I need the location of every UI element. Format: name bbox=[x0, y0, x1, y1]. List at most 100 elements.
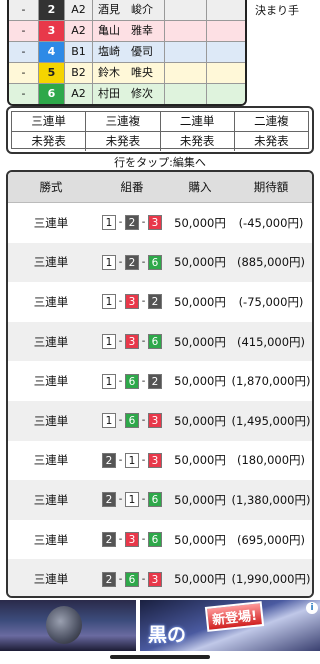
racer-rank: A2 bbox=[65, 21, 93, 41]
racer-cell bbox=[207, 84, 245, 104]
status-value: 未発表 bbox=[86, 132, 161, 151]
status-header: 二連複 bbox=[234, 112, 308, 132]
boat-number-box: 3 bbox=[125, 532, 139, 548]
bet-row[interactable]: 三連単 2-1-6 50,000円 (1,380,000円) bbox=[8, 480, 312, 520]
racer-rank: A2 bbox=[65, 0, 93, 20]
combo-separator: - bbox=[118, 573, 123, 585]
ad-image-right[interactable]: 黒の 新登場! i bbox=[140, 600, 320, 651]
bet-row[interactable]: 三連単 1-2-3 50,000円 (-45,000円) bbox=[8, 203, 312, 243]
combo-separator: - bbox=[118, 534, 123, 546]
bet-combo: 1-2-3 bbox=[94, 215, 170, 231]
bet-expected: (885,000円) bbox=[236, 255, 306, 270]
status-header: 三連複 bbox=[86, 112, 161, 132]
bet-combo: 2-1-3 bbox=[94, 452, 170, 468]
racer-name: 酒見 峻介 bbox=[93, 0, 165, 20]
ad-badge: 新登場! bbox=[204, 601, 265, 632]
racer-cell bbox=[165, 84, 207, 104]
racer-cell bbox=[165, 21, 207, 41]
bet-row[interactable]: 三連単 1-3-6 50,000円 (415,000円) bbox=[8, 321, 312, 362]
racer-cell bbox=[207, 0, 245, 20]
bet-row[interactable]: 三連単 2-1-3 50,000円 (180,000円) bbox=[8, 441, 312, 481]
combo-separator: - bbox=[141, 217, 146, 229]
combo-separator: - bbox=[118, 375, 123, 387]
racer-dash: - bbox=[9, 42, 39, 62]
racer-row[interactable]: -6 A2 村田 修次 bbox=[9, 83, 245, 104]
bet-expected: (1,495,000円) bbox=[231, 413, 311, 428]
racer-name: 鈴木 唯央 bbox=[93, 63, 165, 83]
racer-row[interactable]: -3 A2 亀山 雅幸 bbox=[9, 20, 245, 41]
bet-combo: 2-3-6 bbox=[94, 532, 170, 548]
boat-number-box: 2 bbox=[125, 254, 139, 270]
bet-expected: (695,000円) bbox=[236, 532, 306, 547]
combo-separator: - bbox=[118, 336, 123, 348]
bet-row[interactable]: 三連単 2-3-6 50,000円 (695,000円) bbox=[8, 520, 312, 560]
bet-combo: 1-3-6 bbox=[94, 334, 170, 350]
combo-separator: - bbox=[141, 415, 146, 427]
racer-row[interactable]: -2 A2 酒見 峻介 bbox=[9, 0, 245, 20]
bet-type: 三連単 bbox=[33, 374, 69, 389]
boat-number-box: 6 bbox=[148, 334, 162, 350]
boat-number-badge: 5 bbox=[39, 63, 65, 83]
banner-ad[interactable]: 黒の 新登場! i bbox=[0, 600, 320, 651]
bet-type: 三連単 bbox=[33, 294, 69, 309]
status-value: 未発表 bbox=[254, 134, 289, 148]
racer-row[interactable]: -4 B1 塩崎 優司 bbox=[9, 41, 245, 62]
boat-number-box: 6 bbox=[125, 373, 139, 389]
combo-separator: - bbox=[118, 494, 123, 506]
bet-type: 三連単 bbox=[33, 215, 69, 230]
bet-combo: 1-2-6 bbox=[94, 254, 170, 270]
boat-number-box: 1 bbox=[102, 254, 116, 270]
racer-row[interactable]: -5 B2 鈴木 唯央 bbox=[9, 62, 245, 83]
bet-combo: 2-6-3 bbox=[94, 571, 170, 587]
boat-number-box: 3 bbox=[125, 334, 139, 350]
racer-cell bbox=[165, 0, 207, 20]
tap-hint: 行をタップ:編集へ bbox=[114, 156, 206, 169]
kimarite-label: 決まり手 bbox=[255, 4, 299, 17]
boat-number-box: 6 bbox=[125, 413, 139, 429]
racer-dash: - bbox=[9, 0, 39, 20]
bet-expected: (1,990,000円) bbox=[231, 572, 311, 587]
racer-rank: B2 bbox=[65, 63, 93, 83]
home-indicator[interactable] bbox=[110, 655, 210, 659]
header-expected: 期待額 bbox=[253, 180, 289, 194]
boat-number-box: 2 bbox=[102, 571, 116, 587]
boat-number-box: 2 bbox=[148, 373, 162, 389]
bet-expected: (-75,000円) bbox=[238, 294, 304, 309]
bet-type: 三連単 bbox=[33, 453, 69, 468]
bet-combo: 1-6-3 bbox=[94, 413, 170, 429]
bet-row[interactable]: 三連単 1-2-6 50,000円 (885,000円) bbox=[8, 242, 312, 283]
bet-row[interactable]: 三連単 1-3-2 50,000円 (-75,000円) bbox=[8, 282, 312, 322]
combo-separator: - bbox=[118, 454, 123, 466]
combo-separator: - bbox=[141, 454, 146, 466]
ad-image-left[interactable] bbox=[0, 600, 136, 651]
boat-number-badge: 4 bbox=[39, 42, 65, 62]
boat-number-box: 3 bbox=[148, 571, 162, 587]
combo-separator: - bbox=[141, 296, 146, 308]
boat-number-box: 1 bbox=[102, 215, 116, 231]
boat-number-box: 1 bbox=[102, 373, 116, 389]
ad-title: 黒の bbox=[148, 624, 187, 646]
boat-number-box: 6 bbox=[148, 254, 162, 270]
bet-amount: 50,000円 bbox=[174, 294, 226, 309]
bet-amount: 50,000円 bbox=[174, 255, 226, 270]
ad-info-icon[interactable]: i bbox=[306, 602, 318, 614]
bet-type: 三連単 bbox=[33, 334, 69, 349]
racer-cell bbox=[165, 42, 207, 62]
racer-cell bbox=[207, 42, 245, 62]
bet-row[interactable]: 三連単 1-6-3 50,000円 (1,495,000円) bbox=[8, 400, 312, 441]
bet-amount: 50,000円 bbox=[174, 492, 226, 507]
boat-number-box: 6 bbox=[148, 532, 162, 548]
boat-number-box: 2 bbox=[125, 215, 139, 231]
bet-amount: 50,000円 bbox=[174, 532, 226, 547]
ad-character-image bbox=[46, 606, 82, 644]
bet-amount: 50,000円 bbox=[174, 334, 226, 349]
bet-row[interactable]: 三連単 1-6-2 50,000円 (1,870,000円) bbox=[8, 361, 312, 401]
bet-amount: 50,000円 bbox=[174, 413, 226, 428]
racer-name: 塩崎 優司 bbox=[93, 42, 165, 62]
bet-row[interactable]: 三連単 2-6-3 50,000円 (1,990,000円) bbox=[8, 559, 312, 596]
combo-separator: - bbox=[118, 296, 123, 308]
racer-name: 村田 修次 bbox=[93, 84, 165, 104]
racer-rank: A2 bbox=[65, 84, 93, 104]
bet-expected: (1,870,000円) bbox=[231, 374, 311, 389]
boat-number-box: 6 bbox=[125, 571, 139, 587]
